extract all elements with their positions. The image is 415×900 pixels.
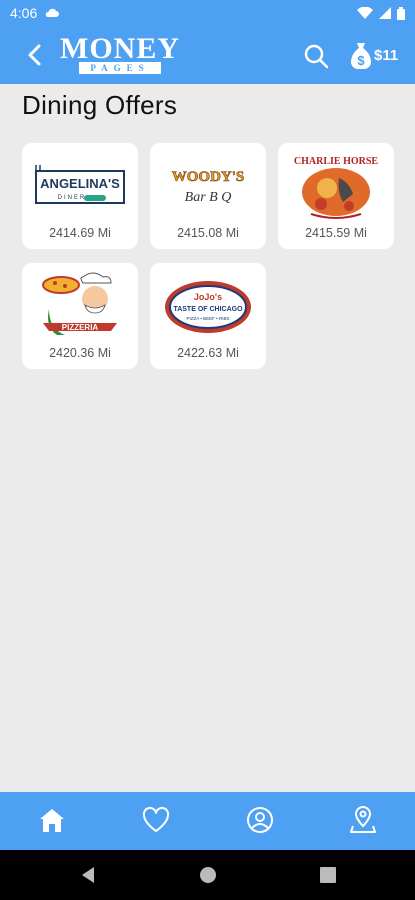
home-icon	[40, 809, 64, 832]
page-title: Dining Offers	[22, 90, 178, 120]
offer-distance: 2414.69 Mi	[49, 226, 111, 240]
profile-icon	[247, 807, 273, 833]
nav-home[interactable]	[32, 800, 72, 840]
svg-text:CHARLIE HORSE: CHARLIE HORSE	[294, 156, 379, 167]
offer-logo: JoJo's TASTE OF CHICAGO PIZZA • BEEF • R…	[158, 271, 258, 343]
chevron-left-icon	[28, 44, 41, 66]
back-button[interactable]	[14, 26, 54, 84]
bottom-nav	[0, 792, 415, 850]
svg-text:TASTE OF CHICAGO: TASTE OF CHICAGO	[173, 306, 243, 313]
offer-card-angelinas[interactable]: ANGELINA'S DINER 2414.69 Mi	[22, 143, 138, 249]
offer-logo: ANGELINA'S DINER	[30, 151, 130, 223]
svg-text:JoJo's: JoJo's	[194, 292, 222, 302]
back-triangle-icon[interactable]	[78, 865, 98, 885]
location-icon	[350, 806, 376, 833]
search-icon	[304, 44, 329, 69]
svg-text:WOODY'S: WOODY'S	[172, 169, 245, 185]
svg-text:$: $	[357, 53, 365, 68]
offer-card-woodys[interactable]: WOODY'S Bar B Q 2415.08 Mi	[150, 143, 266, 249]
nav-profile[interactable]	[240, 800, 280, 840]
offer-card-charlie-horse[interactable]: CHARLIE HORSE 2415.59 Mi	[278, 143, 394, 249]
heart-icon	[142, 807, 170, 832]
home-circle-icon[interactable]	[198, 865, 218, 885]
system-nav-bar	[0, 850, 415, 900]
nav-location[interactable]	[343, 800, 383, 840]
nav-favorites[interactable]	[136, 800, 176, 840]
offer-distance: 2415.08 Mi	[177, 226, 239, 240]
offer-logo: WOODY'S Bar B Q	[158, 151, 258, 223]
offer-logo: CHARLIE HORSE	[286, 151, 386, 223]
app-logo: MONEY PAGES	[60, 32, 180, 74]
cash-balance-button[interactable]: $ $11	[350, 38, 398, 72]
svg-text:PIZZERIA: PIZZERIA	[62, 323, 99, 332]
logo-text: MONEY	[60, 32, 180, 65]
wifi-icon	[357, 7, 373, 19]
cash-balance: $11	[374, 46, 399, 64]
offer-card-pizzeria[interactable]: PIZZERIA 2420.36 Mi	[22, 263, 138, 369]
offer-distance: 2415.59 Mi	[305, 226, 367, 240]
offer-logo: PIZZERIA	[30, 271, 130, 343]
svg-text:ANGELINA'S: ANGELINA'S	[40, 176, 120, 191]
offer-distance: 2422.63 Mi	[177, 346, 239, 360]
logo-subtext: PAGES	[79, 62, 161, 74]
signal-icon	[379, 7, 391, 19]
svg-text:DINER: DINER	[58, 195, 87, 201]
recents-square-icon[interactable]	[318, 865, 338, 885]
offer-card-jojos[interactable]: JoJo's TASTE OF CHICAGO PIZZA • BEEF • R…	[150, 263, 266, 369]
app-bar: MONEY PAGES $ $11	[0, 26, 415, 84]
svg-text:Bar B Q: Bar B Q	[185, 190, 232, 205]
status-time: 4:06	[10, 5, 38, 21]
battery-icon	[397, 6, 405, 20]
svg-text:PIZZA • BEEF • RIBS: PIZZA • BEEF • RIBS	[187, 316, 230, 321]
search-button[interactable]	[300, 40, 332, 72]
money-bag-icon: $	[351, 43, 371, 69]
status-bar: 4:06	[0, 0, 415, 26]
offer-distance: 2420.36 Mi	[49, 346, 111, 360]
cloud-icon	[45, 8, 60, 17]
